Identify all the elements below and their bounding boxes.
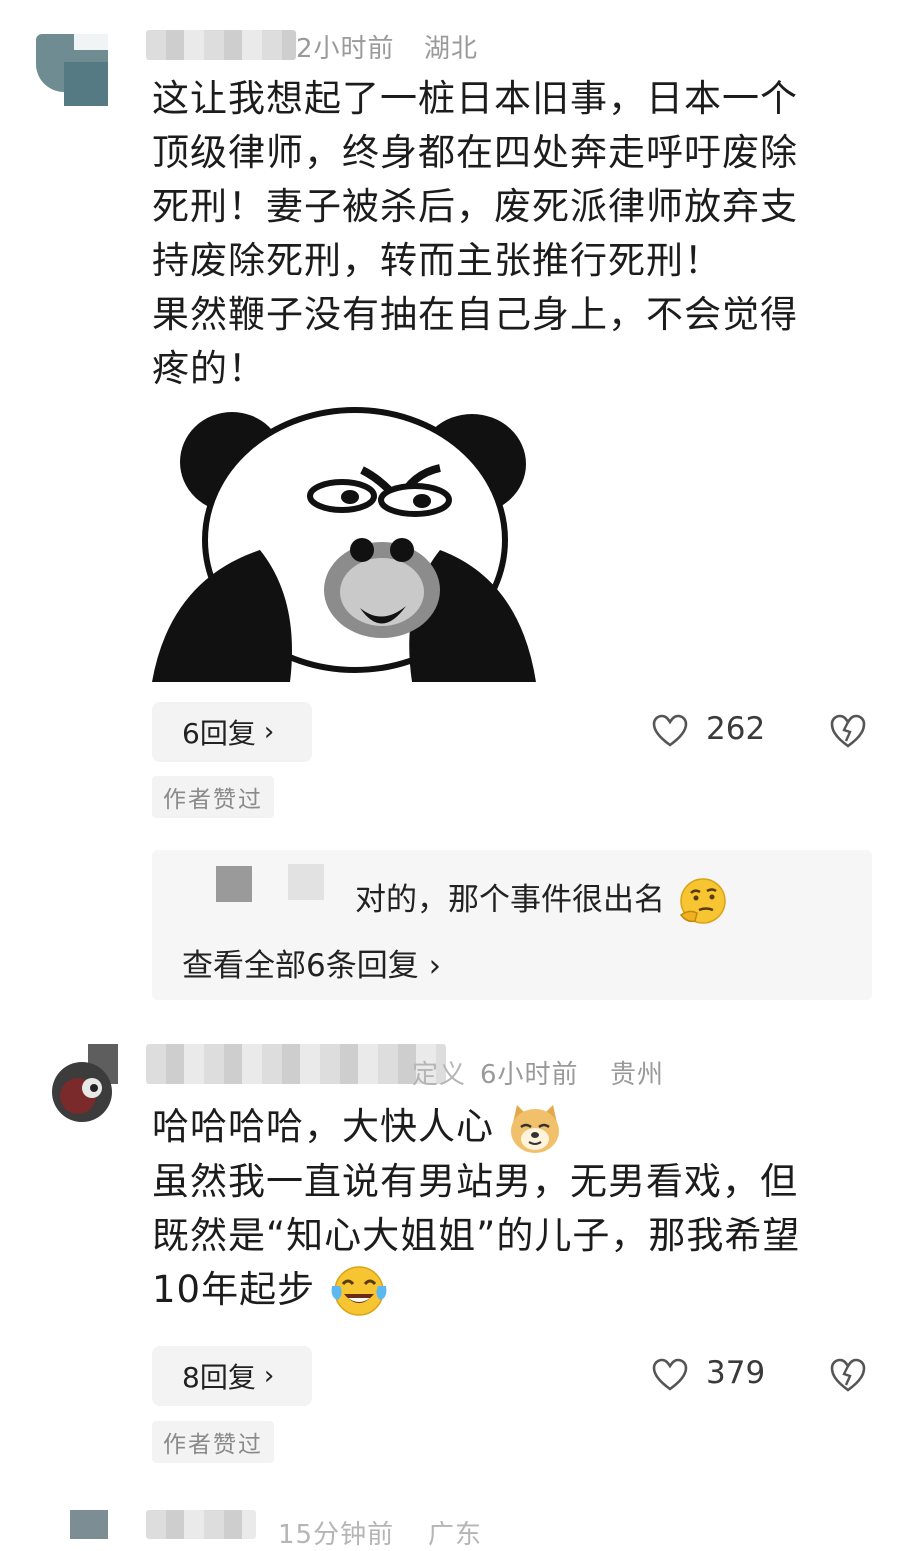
tears-of-joy-icon (331, 1266, 387, 1316)
comment-body: 这让我想起了一桩日本旧事，日本一个 顶级律师，终身都在四处奔走呼吁废除 死刑！妻… (152, 72, 872, 396)
heart-outline-icon[interactable] (652, 714, 688, 748)
comment-line: 果然鞭子没有抽在自己身上，不会觉得 (152, 293, 798, 336)
comment-line: 死刑！妻子被杀后，废死派律师放弃支 (152, 185, 798, 228)
author-liked-badge: 作者赞过 (152, 776, 274, 818)
comment-line: 顶级律师，终身都在四处奔走呼吁废除 (152, 131, 798, 174)
comment-time: 15分钟前 (278, 1520, 395, 1550)
replies-button[interactable]: 8回复 › (152, 1346, 312, 1406)
comment-time: 2小时前 (296, 34, 395, 64)
thinking-face-icon (679, 877, 726, 924)
heart-outline-icon[interactable] (652, 1358, 688, 1392)
chevron-right-icon: › (263, 1361, 275, 1391)
replies-label: 8回复 (182, 1361, 256, 1394)
broken-heart-icon[interactable] (829, 713, 867, 749)
username-tail: 定义 (412, 1060, 467, 1090)
comment-time: 6小时前 (480, 1060, 579, 1090)
comment-line: 既然是“知心大姐姐”的儿子，那我希望 (152, 1213, 801, 1257)
comment-line: 虽然我一直说有男站男，无男看戏，但 (152, 1159, 798, 1203)
reply-preview-text: 对的，那个事件很出名 (355, 874, 727, 927)
chevron-right-icon: › (263, 717, 275, 747)
doge-icon (510, 1104, 559, 1153)
avatar[interactable] (70, 1510, 108, 1539)
username-blurred[interactable] (146, 1510, 256, 1539)
replies-label: 6回复 (182, 717, 256, 750)
comment-location: 湖北 (424, 34, 479, 64)
username-blurred[interactable] (146, 1044, 446, 1084)
reply-avatar-blurred (216, 866, 252, 902)
comment-line: 10年起步 (152, 1263, 872, 1319)
comment-line: 持废除死刑，转而主张推行死刑！ (152, 239, 722, 282)
comment-line: 疼的！ (152, 347, 266, 390)
comment-line: 这让我想起了一桩日本旧事，日本一个 (152, 77, 798, 120)
panda-meme-sticker[interactable] (150, 400, 540, 690)
username-blurred[interactable] (146, 30, 296, 60)
comment-location: 贵州 (610, 1060, 665, 1090)
like-count: 262 (706, 711, 766, 747)
view-all-replies-link[interactable]: 查看全部6条回复 › (182, 940, 441, 985)
comment-body: 哈哈哈哈，大快人心 虽然我一直说有男站男，无男看戏，但 既然是“知心大姐姐”的儿… (152, 1100, 872, 1318)
comment-location: 广东 (428, 1520, 483, 1550)
author-liked-badge: 作者赞过 (152, 1421, 274, 1463)
avatar[interactable] (36, 20, 110, 106)
reply-name-blurred (288, 864, 324, 900)
avatar[interactable] (48, 1044, 118, 1122)
comment-line: 哈哈哈哈，大快人心 (152, 1100, 872, 1155)
broken-heart-icon[interactable] (829, 1357, 867, 1393)
like-count: 379 (706, 1355, 766, 1391)
replies-button[interactable]: 6回复 › (152, 702, 312, 762)
chevron-right-icon: › (428, 948, 441, 984)
